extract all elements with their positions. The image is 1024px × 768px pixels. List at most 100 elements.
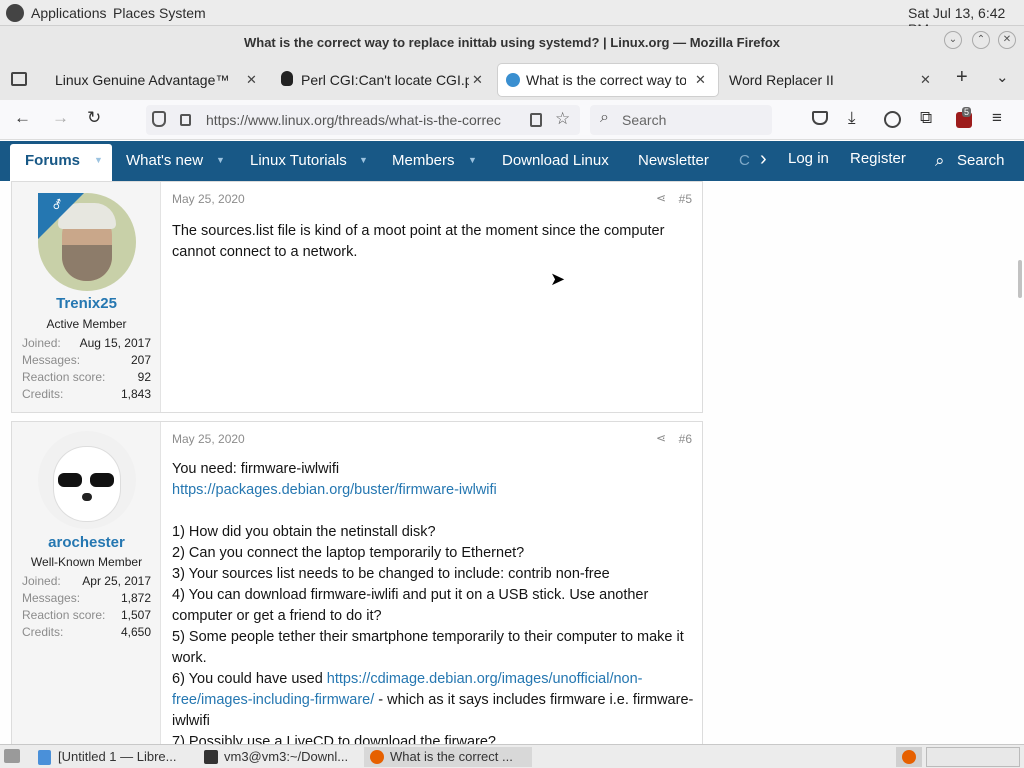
account-icon[interactable] — [884, 111, 901, 128]
gender-icon: ⚦ — [52, 198, 63, 212]
window-titlebar: What is the correct way to replace initt… — [0, 26, 1024, 60]
chevron-right-icon[interactable]: › — [760, 148, 767, 171]
username[interactable]: arochester — [12, 534, 161, 551]
nav-search[interactable]: Search — [957, 152, 1005, 169]
post-date[interactable]: May 25, 2020 — [172, 432, 245, 446]
applications-menu[interactable]: Applications — [31, 5, 107, 21]
places-menu[interactable]: Places — [113, 5, 155, 21]
firefox-workspace-icon — [902, 750, 916, 764]
close-tab-icon[interactable]: ✕ — [920, 72, 931, 88]
nav-more-truncated[interactable]: C — [739, 152, 750, 169]
bookmark-star-icon[interactable]: ☆ — [555, 109, 570, 129]
forward-arrow-icon[interactable]: → — [52, 108, 69, 128]
nav-forums[interactable]: Forums ▼ — [10, 144, 112, 181]
user-panel: arochester Well-Known Member Joined: Apr … — [12, 422, 161, 744]
search-icon[interactable]: ⌕ — [935, 151, 945, 171]
page-content: ⚦ Trenix25 Active Member Joined: Aug 15, … — [0, 181, 1024, 744]
search-icon: ⌕ — [600, 109, 609, 126]
close-window-button[interactable]: ✕ — [998, 31, 1016, 49]
username[interactable]: Trenix25 — [12, 295, 161, 312]
url-bar[interactable]: https://www.linux.org/threads/what-is-th… — [146, 105, 580, 135]
share-icon[interactable]: ⋖ — [656, 191, 666, 205]
show-desktop-icon[interactable] — [4, 749, 20, 763]
nav-members[interactable]: Members — [392, 152, 455, 169]
register-link[interactable]: Register — [850, 150, 906, 167]
extensions-icon[interactable]: ⧉ — [920, 108, 932, 128]
chevron-down-icon[interactable]: ▼ — [468, 155, 477, 165]
post-date[interactable]: May 25, 2020 — [172, 192, 245, 206]
url-text[interactable]: https://www.linux.org/threads/what-is-th… — [206, 112, 516, 128]
tab-strip: Linux Genuine Advantage™ ✕ Perl CGI:Can'… — [0, 60, 1024, 100]
post-number[interactable]: #5 — [679, 192, 692, 206]
stat-messages: Messages: 1,872 — [22, 591, 151, 605]
gnome-foot-icon[interactable] — [6, 4, 24, 22]
close-tab-icon[interactable]: ✕ — [472, 72, 483, 88]
stat-reaction-score: Reaction score: 92 — [22, 370, 151, 384]
taskbar-firefox[interactable]: What is the correct ... — [364, 747, 532, 767]
firefox-icon — [370, 750, 384, 764]
tux-icon — [281, 71, 293, 86]
tab-1[interactable]: Linux Genuine Advantage™ — [55, 64, 240, 96]
post-6: arochester Well-Known Member Joined: Apr … — [11, 421, 703, 744]
minimize-button[interactable]: ⌄ — [944, 31, 962, 49]
user-panel: ⚦ Trenix25 Active Member Joined: Aug 15, … — [12, 182, 161, 412]
chevron-down-icon: ▼ — [94, 155, 103, 165]
document-icon — [38, 750, 51, 765]
nav-newsletter[interactable]: Newsletter — [638, 152, 709, 169]
list-tabs-chevron-icon[interactable]: ⌄ — [996, 68, 1009, 86]
system-menu[interactable]: System — [159, 5, 206, 21]
share-icon[interactable]: ⋖ — [656, 431, 666, 445]
post-number[interactable]: #6 — [679, 432, 692, 446]
chevron-down-icon[interactable]: ▼ — [359, 155, 368, 165]
close-tab-icon[interactable]: ✕ — [695, 72, 706, 88]
stat-credits: Credits: 1,843 — [22, 387, 151, 401]
taskbar-terminal[interactable]: vm3@vm3:~/Downl... — [198, 747, 360, 767]
mouse-cursor-icon: ➤ — [550, 269, 566, 289]
workspace-2[interactable] — [926, 747, 1020, 767]
nav-whats-new[interactable]: What's new — [126, 152, 203, 169]
globe-icon — [506, 73, 520, 87]
lock-icon[interactable] — [180, 114, 191, 126]
post-body: You need: firmware-iwlwifi https://packa… — [172, 459, 697, 744]
nav-linux-tutorials[interactable]: Linux Tutorials — [250, 152, 347, 169]
reload-icon[interactable]: ↻ — [87, 108, 101, 128]
stat-joined: Joined: Apr 25, 2017 — [22, 574, 151, 588]
maximize-button[interactable]: ⌃ — [972, 31, 990, 49]
ublock-badge: 5 — [962, 107, 972, 117]
login-link[interactable]: Log in — [788, 150, 829, 167]
link-firmware-iwlwifi[interactable]: https://packages.debian.org/buster/firmw… — [172, 480, 697, 501]
nav-download-linux[interactable]: Download Linux — [502, 152, 609, 169]
tab-4[interactable]: Word Replacer II — [729, 64, 909, 96]
reader-view-icon[interactable] — [530, 113, 542, 127]
post-5: ⚦ Trenix25 Active Member Joined: Aug 15, … — [11, 181, 703, 413]
terminal-icon — [204, 750, 218, 764]
window-title: What is the correct way to replace initt… — [243, 35, 780, 50]
menu-icon[interactable]: ≡ — [992, 108, 1002, 128]
user-title: Active Member — [46, 317, 127, 331]
back-arrow-icon[interactable]: ← — [14, 108, 31, 128]
stat-messages: Messages: 207 — [22, 353, 151, 367]
tab-2[interactable]: Perl CGI:Can't locate CGI.pm — [301, 64, 469, 96]
stat-joined: Joined: Aug 15, 2017 — [22, 336, 151, 350]
user-title: Well-Known Member — [30, 555, 143, 569]
close-tab-icon[interactable]: ✕ — [246, 72, 257, 88]
tab-manager-icon[interactable] — [11, 72, 27, 86]
shield-icon[interactable] — [152, 111, 166, 127]
tab-3-active[interactable]: What is the correct way to re — [498, 64, 718, 96]
search-placeholder: Search — [622, 112, 667, 128]
site-navigation: Forums ▼ What's new ▼ Linux Tutorials ▼ … — [0, 141, 1024, 181]
gnome-top-panel: Applications Places System Sat Jul 13, 6… — [0, 0, 1024, 37]
taskbar-libreoffice[interactable]: [Untitled 1 — Libre... — [32, 747, 192, 767]
avatar[interactable] — [38, 431, 136, 529]
downloads-icon[interactable]: ⤓ — [848, 108, 856, 128]
new-tab-icon[interactable]: + — [956, 66, 968, 89]
stat-credits: Credits: 4,650 — [22, 625, 151, 639]
stat-reaction-score: Reaction score: 1,507 — [22, 608, 151, 622]
search-box[interactable]: ⌕ Search — [590, 105, 772, 135]
gnome-bottom-panel: [Untitled 1 — Libre... vm3@vm3:~/Downl..… — [0, 744, 1024, 768]
page-scrollbar[interactable] — [1018, 260, 1022, 298]
post-body: The sources.list file is kind of a moot … — [172, 223, 669, 260]
navigation-toolbar: ← → ↻ https://www.linux.org/threads/what… — [0, 100, 1024, 140]
pocket-icon[interactable] — [812, 111, 828, 125]
chevron-down-icon[interactable]: ▼ — [216, 155, 225, 165]
